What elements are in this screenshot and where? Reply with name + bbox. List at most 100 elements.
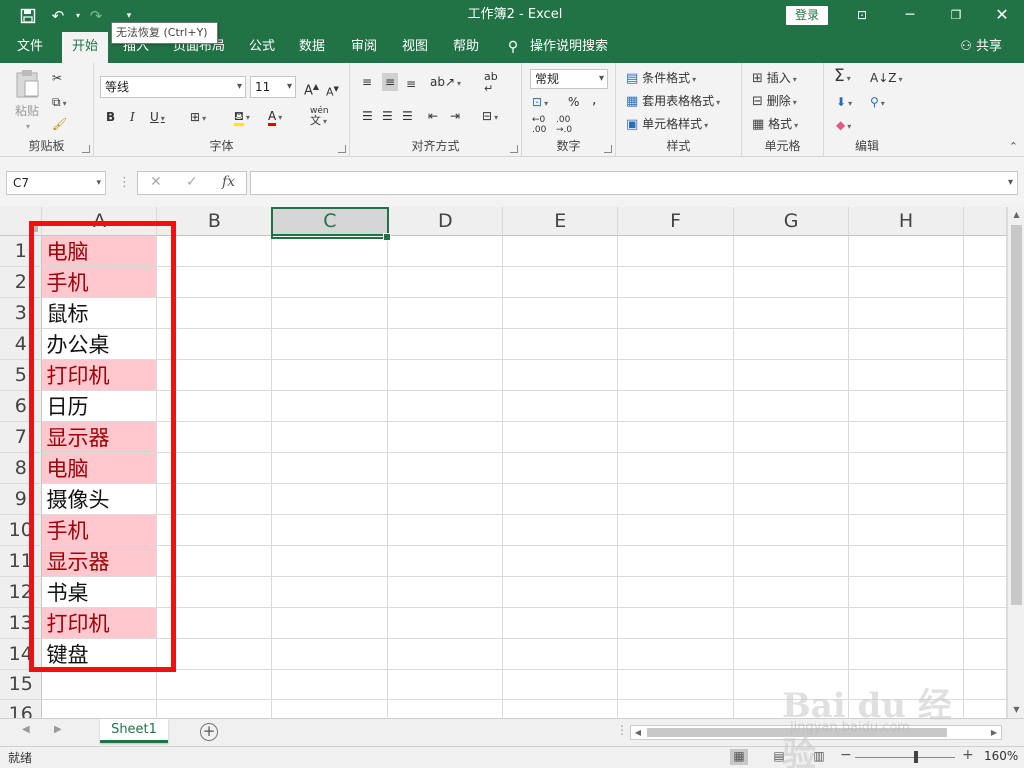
cell-a7[interactable]: 显示器 [41, 421, 158, 453]
cell-f3[interactable] [617, 297, 735, 329]
cell-b6[interactable] [156, 390, 273, 422]
cell-c16[interactable] [271, 699, 389, 718]
bold-button[interactable]: B [106, 108, 115, 126]
cell-f2[interactable] [617, 266, 735, 298]
row-header[interactable]: 2 [0, 266, 43, 298]
zoom-level[interactable]: 160% [984, 749, 1018, 763]
cell-d10[interactable] [387, 514, 504, 546]
cell-h4[interactable] [848, 328, 964, 360]
formula-input[interactable]: ▾ [250, 171, 1018, 195]
next-sheet-icon[interactable]: ▶ [54, 724, 62, 735]
row-header[interactable]: 9 [0, 483, 43, 515]
cell-g3[interactable] [733, 297, 850, 329]
cell-b15[interactable] [156, 669, 273, 700]
cell-e16[interactable] [502, 699, 619, 718]
row-header[interactable]: 5 [0, 359, 43, 391]
close-icon[interactable]: ✕ [980, 0, 1024, 32]
cell-g14[interactable] [733, 638, 850, 670]
format-cells-button[interactable]: ▦ 格式 ▾ [752, 115, 798, 135]
cell-g4[interactable] [733, 328, 850, 360]
cell-h1[interactable] [848, 235, 964, 267]
decrease-indent-icon[interactable]: ⇤ [428, 107, 438, 125]
cell-h16[interactable] [848, 699, 964, 718]
row-header[interactable]: 11 [0, 545, 43, 577]
scroll-left-icon[interactable]: ◀ [631, 726, 645, 739]
row-header[interactable]: 6 [0, 390, 43, 422]
cell-e11[interactable] [502, 545, 619, 577]
phonetic-guide-button[interactable]: wén 文 ▾ [310, 106, 329, 127]
restore-icon[interactable]: ❐ [934, 0, 978, 32]
cell-i13[interactable] [963, 607, 1007, 639]
percent-style-icon[interactable]: % [568, 93, 579, 111]
cell-i7[interactable] [963, 421, 1007, 453]
cell-a2[interactable]: 手机 [41, 266, 158, 298]
cell-g9[interactable] [733, 483, 850, 515]
scroll-down-icon[interactable]: ▼ [1008, 702, 1024, 718]
cell-c9[interactable] [271, 483, 389, 515]
cell-f8[interactable] [617, 452, 735, 484]
cell-b3[interactable] [156, 297, 273, 329]
row-header[interactable]: 15 [0, 669, 43, 700]
tab-split-grip-icon[interactable]: ⋮ [616, 723, 628, 737]
plus-icon[interactable]: + [200, 723, 218, 741]
cell-f7[interactable] [617, 421, 735, 453]
prev-sheet-icon[interactable]: ◀ [22, 724, 30, 735]
comma-style-icon[interactable]: , [592, 91, 596, 109]
vertical-scrollbar[interactable]: ▲ ▼ [1007, 207, 1024, 718]
zoom-in-icon[interactable]: + [962, 747, 974, 763]
cell-a10[interactable]: 手机 [41, 514, 158, 546]
orientation-icon[interactable]: ab↗ ▾ [430, 73, 461, 93]
cell-a6[interactable]: 日历 [41, 390, 158, 422]
column-header-d[interactable]: D [387, 207, 504, 236]
cell-e2[interactable] [502, 266, 619, 298]
cell-a16[interactable] [41, 699, 158, 718]
tab-home[interactable]: 开始 [62, 32, 108, 63]
login-button[interactable]: 登录 [786, 6, 828, 25]
cell-g15[interactable] [733, 669, 850, 700]
cell-b14[interactable] [156, 638, 273, 670]
cell-e14[interactable] [502, 638, 619, 670]
cell-c4[interactable] [271, 328, 389, 360]
scroll-up-icon[interactable]: ▲ [1008, 207, 1024, 223]
cell-c12[interactable] [271, 576, 389, 608]
clipboard-launcher-icon[interactable] [82, 145, 90, 153]
column-header-b[interactable]: B [156, 207, 273, 236]
cell-h6[interactable] [848, 390, 964, 422]
cell-e13[interactable] [502, 607, 619, 639]
column-header-f[interactable]: F [617, 207, 735, 236]
cell-g10[interactable] [733, 514, 850, 546]
cell-i10[interactable] [963, 514, 1007, 546]
cell-a5[interactable]: 打印机 [41, 359, 158, 391]
cell-b2[interactable] [156, 266, 273, 298]
cell-a8[interactable]: 电脑 [41, 452, 158, 484]
page-layout-view-icon[interactable]: ▤ [770, 749, 788, 765]
cell-b8[interactable] [156, 452, 273, 484]
cell-d11[interactable] [387, 545, 504, 577]
cell-g6[interactable] [733, 390, 850, 422]
enter-icon[interactable]: ✓ [186, 174, 198, 190]
column-header-g[interactable]: G [733, 207, 850, 236]
cell-e9[interactable] [502, 483, 619, 515]
column-header-h[interactable]: H [848, 207, 964, 236]
select-all-button[interactable] [0, 207, 43, 236]
redo-icon[interactable]: ↷ [84, 5, 108, 27]
cell-g13[interactable] [733, 607, 850, 639]
grow-font-button[interactable]: A▲ [304, 78, 319, 100]
shrink-font-button[interactable]: A▼ [326, 80, 339, 102]
cell-f15[interactable] [617, 669, 735, 700]
cell-f13[interactable] [617, 607, 735, 639]
row-header[interactable]: 10 [0, 514, 43, 546]
cell-d8[interactable] [387, 452, 504, 484]
cell-c1[interactable] [271, 235, 389, 267]
vertical-scroll-thumb[interactable] [1011, 225, 1022, 605]
cell-g2[interactable] [733, 266, 850, 298]
cell-b4[interactable] [156, 328, 273, 360]
cell-f16[interactable] [617, 699, 735, 718]
conditional-formatting-button[interactable]: ▤ 条件格式 ▾ [626, 69, 696, 89]
cell-f5[interactable] [617, 359, 735, 391]
tab-view[interactable]: 视图 [395, 32, 435, 63]
cell-e5[interactable] [502, 359, 619, 391]
column-header-i[interactable] [963, 207, 1007, 236]
align-bottom-icon[interactable]: ≡ [406, 75, 416, 93]
wrap-text-icon[interactable]: ab ↵ [484, 71, 498, 95]
